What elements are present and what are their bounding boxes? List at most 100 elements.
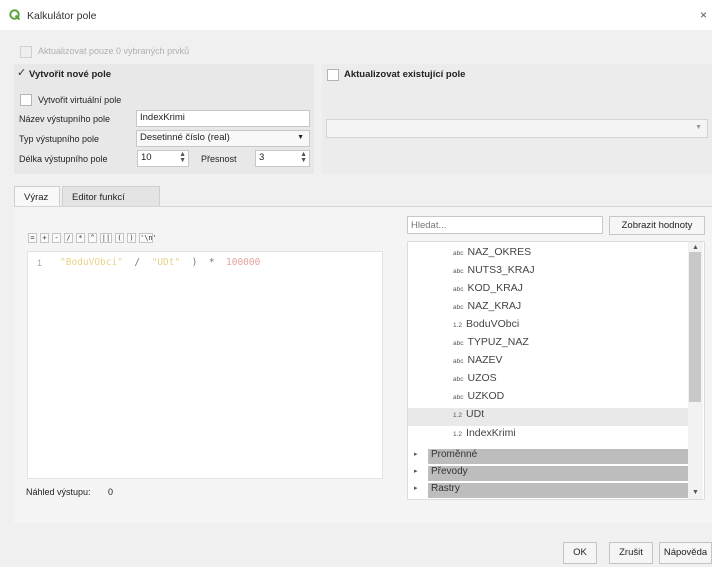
group-label: Proměnné (428, 449, 691, 464)
operator-close-paren-button[interactable]: ) (127, 233, 136, 243)
field-name: TYPUZ_NAZ (467, 336, 529, 348)
field-item[interactable]: abc NAZ_OKRES (453, 246, 531, 264)
update-selected-label: Aktualizovat pouze 0 vybraných prvků (38, 46, 190, 56)
spin-arrows-icon[interactable]: ▲ ▼ (179, 151, 186, 164)
operator-minus-button[interactable]: - (52, 233, 61, 243)
operator-power-button[interactable]: ^ (88, 233, 97, 243)
field-type-icon: 1.2 (453, 431, 463, 438)
group-label: Rastry (428, 483, 691, 498)
create-field-label[interactable]: Vytvořit nové pole (29, 69, 111, 80)
tab-function-editor[interactable]: Editor funkcí (62, 186, 160, 206)
field-type-icon: 1.2 (453, 322, 463, 329)
scroll-up-icon[interactable]: ▲ (692, 244, 699, 251)
field-item[interactable]: abc KOD_KRAJ (453, 282, 523, 300)
field-name: KOD_KRAJ (467, 282, 523, 294)
field-name: IndexKrimi (466, 427, 516, 439)
scrollbar-thumb[interactable] (689, 252, 701, 402)
field-item[interactable]: abc UZOS (453, 372, 497, 390)
window-title: Kalkulátor pole (27, 10, 97, 22)
dropdown-arrow-icon: ▼ (695, 124, 702, 131)
field-name: NUTS3_KRAJ (467, 264, 535, 276)
field-type-icon: abc (453, 304, 464, 311)
expression-code-line: "BoduVObci" / "UDt" ) * 100000 (60, 257, 260, 268)
field-type-icon: 1.2 (453, 412, 463, 419)
field-item-selected[interactable]: 1.2 UDt (408, 408, 690, 426)
function-tree[interactable]: abc NAZ_OKRES abc NUTS3_KRAJ abc KOD_KRAJ a… (407, 241, 705, 500)
expression-operator: ) (191, 257, 198, 268)
field-type-icon: abc (453, 376, 464, 383)
field-type-icon: abc (453, 394, 464, 401)
existing-field-select[interactable]: ▼ (326, 119, 708, 138)
title-bar: Kalkulátor pole × (0, 0, 712, 30)
output-length-value: 10 (141, 152, 152, 163)
virtual-field-label: Vytvořit virtuální pole (38, 95, 122, 105)
field-name: NAZ_OKRES (467, 246, 532, 258)
group-item-rasters[interactable]: ▸ Rastry (408, 481, 691, 498)
check-icon: ✓ (17, 67, 27, 79)
expression-field-token: "UDt" (151, 257, 181, 268)
expression-editor[interactable]: 1 "BoduVObci" / "UDt" ) * 100000 (27, 251, 383, 479)
expand-arrow-icon[interactable]: ▸ (414, 450, 418, 458)
field-item[interactable]: abc NAZ_KRAJ (453, 300, 521, 318)
precision-value: 3 (259, 152, 265, 163)
operator-equals-button[interactable]: = (28, 233, 37, 243)
scroll-down-icon[interactable]: ▼ (692, 489, 699, 496)
operator-divide-button[interactable]: / (64, 233, 73, 243)
line-number: 1 (37, 258, 43, 268)
field-name: NAZ_KRAJ (467, 300, 522, 312)
qgis-logo-icon (9, 9, 20, 20)
field-name: UZKOD (467, 390, 505, 402)
output-type-value: Desetinné číslo (real) (140, 132, 230, 143)
field-item[interactable]: abc NAZEV (453, 354, 503, 372)
tab-expression[interactable]: Výraz (14, 186, 60, 206)
expression-number-token: 100000 (226, 257, 261, 268)
output-length-label: Délka výstupního pole (19, 154, 108, 164)
field-name: UZOS (467, 372, 497, 384)
expression-operator: * (208, 257, 215, 268)
search-input[interactable] (407, 216, 603, 234)
update-existing-label: Aktualizovat existující pole (344, 69, 466, 80)
field-name: UDt (466, 408, 485, 420)
field-name: BoduVObci (466, 318, 520, 330)
virtual-field-checkbox[interactable] (20, 94, 32, 106)
output-name-label: Název výstupního pole (19, 114, 111, 124)
field-item[interactable]: abc NUTS3_KRAJ (453, 264, 535, 282)
field-item[interactable]: 1.2 BoduVObci (453, 318, 519, 336)
update-selected-checkbox[interactable] (20, 46, 32, 58)
output-type-select[interactable]: Desetinné číslo (real) ▼ (136, 130, 310, 147)
operator-multiply-button[interactable]: * (76, 233, 85, 243)
field-item[interactable]: abc TYPUZ_NAZ (453, 336, 529, 354)
group-label: Převody (428, 466, 691, 481)
expression-operator: / (134, 257, 141, 268)
operator-plus-button[interactable]: + (40, 233, 49, 243)
precision-label: Přesnost (201, 154, 237, 164)
output-type-label: Typ výstupního pole (19, 134, 100, 144)
output-length-spinbox[interactable]: 10 ▲ ▼ (137, 150, 189, 167)
group-item-variables[interactable]: ▸ Proměnné (408, 447, 691, 464)
preview-label: Náhled výstupu: (26, 487, 91, 497)
show-values-button[interactable]: Zobrazit hodnoty (609, 216, 705, 235)
field-item[interactable]: 1.2 IndexKrimi (453, 427, 516, 445)
operator-open-paren-button[interactable]: ( (115, 233, 124, 243)
field-item[interactable]: abc UZKOD (453, 390, 504, 408)
precision-spinbox[interactable]: 3 ▲ ▼ (255, 150, 310, 167)
expression-field-token: "BoduVObci" (60, 257, 123, 268)
close-icon[interactable]: × (700, 8, 707, 22)
output-name-input[interactable]: IndexKrimi (136, 110, 310, 127)
update-existing-checkbox[interactable] (327, 69, 339, 81)
field-type-icon: abc (453, 250, 464, 257)
cancel-button[interactable]: Zrušit (609, 542, 653, 564)
expand-arrow-icon[interactable]: ▸ (414, 467, 418, 475)
expand-arrow-icon[interactable]: ▸ (414, 484, 418, 492)
field-type-icon: abc (453, 286, 464, 293)
field-type-icon: abc (453, 268, 464, 275)
ok-button[interactable]: OK (563, 542, 597, 564)
operator-concat-button[interactable]: || (100, 233, 112, 243)
group-item-conversions[interactable]: ▸ Převody (408, 464, 691, 481)
help-button[interactable]: Nápověda (659, 542, 712, 564)
field-name: NAZEV (467, 354, 503, 366)
operator-newline-button[interactable]: '\n' (139, 233, 157, 243)
field-type-icon: abc (453, 340, 464, 347)
field-type-icon: abc (453, 358, 464, 365)
spin-arrows-icon[interactable]: ▲ ▼ (300, 151, 307, 164)
